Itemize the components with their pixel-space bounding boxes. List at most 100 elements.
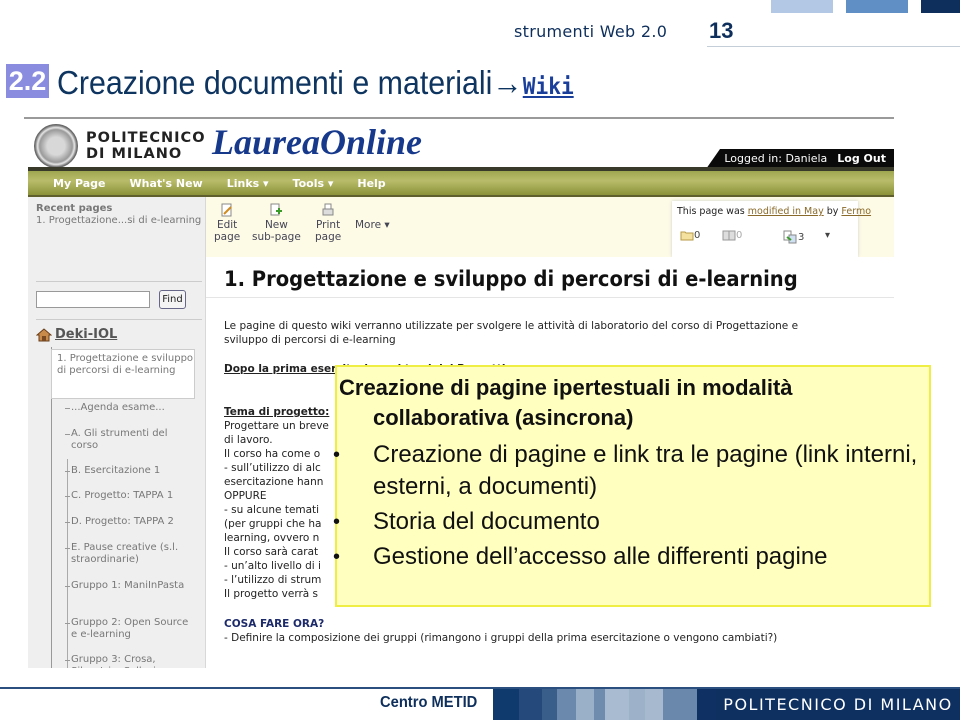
laureaonline-brand: LaureaOnline xyxy=(212,122,423,162)
slide-title: Creazione documenti e materiali→Wiki xyxy=(57,64,574,102)
tema-heading: Tema di progetto: xyxy=(224,406,330,418)
tree-item[interactable]: A. Gli strumenti del corso xyxy=(65,428,191,452)
tree-item[interactable]: B. Esercitazione 1 xyxy=(65,465,191,477)
tema-line: - su alcune temati xyxy=(224,504,320,516)
comments-count[interactable]: 0 xyxy=(722,230,742,241)
callout-title: Creazione di pagine ipertestuali in moda… xyxy=(339,373,929,433)
callout-title-line-2: collaborativa (asincrona) xyxy=(373,405,634,430)
footer-stripes xyxy=(493,689,716,720)
section-label: strumenti Web 2.0 xyxy=(514,22,668,41)
wiki-link[interactable]: Wiki xyxy=(523,74,574,100)
footer-brand: POLITECNICO DI MILANO xyxy=(716,689,960,720)
header-bar-dark xyxy=(921,0,960,13)
related-count-value: 3 xyxy=(798,231,805,243)
main-nav: My Page What's New Links ▾ Tools ▾ Help xyxy=(28,171,894,195)
nav-my-page[interactable]: My Page xyxy=(53,177,105,190)
edit-label-2: page xyxy=(214,231,241,243)
sidebar: Recent pages 1. Progettazione...si di e-… xyxy=(28,197,206,668)
modified-date-link[interactable]: modified in May xyxy=(748,206,824,217)
folder-icon xyxy=(680,231,694,241)
footer-stripe xyxy=(645,689,663,720)
callout-bullet: Creazione di pagine e link tra le pagine… xyxy=(333,439,927,503)
tree-item[interactable]: Gruppo 3: Crosa, Silvestrin, Sollazi xyxy=(65,654,191,668)
login-bar: Logged in: Daniela Log Out xyxy=(706,149,894,169)
related-count[interactable]: 3 xyxy=(780,230,804,244)
info-dropdown-icon[interactable]: ▾ xyxy=(825,230,830,241)
new-label-1: New xyxy=(264,219,288,231)
new-label-2: sub-page xyxy=(252,231,301,243)
edit-page-button[interactable]: Edit page xyxy=(214,203,240,243)
home-icon xyxy=(36,328,52,342)
find-button[interactable]: Find xyxy=(159,290,186,309)
tree-item[interactable]: C. Progetto: TAPPA 1 xyxy=(65,490,191,502)
tree-item[interactable]: Gruppo 1: ManiInPasta xyxy=(65,580,191,592)
tema-line: Il corso sarà carat xyxy=(224,546,319,558)
polimi-seal-icon xyxy=(34,124,78,168)
edit-label-1: Edit xyxy=(216,219,238,231)
tema-line: Progettare un breve xyxy=(224,420,329,432)
footer-stripe xyxy=(519,689,542,720)
slide-title-text: Creazione documenti e materiali xyxy=(57,64,493,101)
section-badge: 2.2 xyxy=(6,64,49,98)
institution-name: POLITECNICO DI MILANO xyxy=(86,130,206,162)
tema-line: - l’utilizzo di strum xyxy=(224,574,322,586)
footer-stripe xyxy=(594,689,605,720)
files-count-value: 0 xyxy=(694,230,701,241)
arrow-right-icon: → xyxy=(492,64,523,101)
logged-in-label: Logged in: Daniela xyxy=(724,152,828,165)
print-page-button[interactable]: Print page xyxy=(315,203,341,243)
nav-tools[interactable]: Tools ▾ xyxy=(293,177,334,190)
tema-block: Tema di progetto: Progettare un breve di… xyxy=(224,405,344,601)
nav-help[interactable]: Help xyxy=(357,177,385,190)
tema-line: di lavoro. xyxy=(224,434,273,446)
tree-item[interactable]: D. Progetto: TAPPA 2 xyxy=(65,516,191,528)
logout-link[interactable]: Log Out xyxy=(837,152,886,165)
sidebar-divider xyxy=(36,319,202,320)
header-bar-mid xyxy=(846,0,908,13)
tree-item[interactable]: ...Agenda esame... xyxy=(65,402,191,414)
tema-line: Il progetto verrà s xyxy=(224,588,319,600)
footer-stripe xyxy=(576,689,594,720)
footer-stripe xyxy=(557,689,576,720)
title-underline xyxy=(206,297,894,298)
tema-line: - un’alto livello di i xyxy=(224,560,321,572)
footer-stripe xyxy=(493,689,519,720)
institution-line-1: POLITECNICO xyxy=(86,130,206,146)
tema-line: esercitazione hann xyxy=(224,476,324,488)
callout-title-line-1: Creazione di pagine ipertestuali in moda… xyxy=(339,375,793,400)
nav-links[interactable]: Links ▾ xyxy=(227,177,269,190)
tema-line: (per gruppi che ha xyxy=(224,518,322,530)
header-divider xyxy=(707,46,960,47)
new-page-icon xyxy=(270,203,283,216)
edit-icon xyxy=(221,203,232,217)
polimi-logo: POLITECNICO DI MILANO xyxy=(34,123,206,169)
new-subpage-button[interactable]: New sub-page xyxy=(252,203,301,243)
footer-center-label: Centro METID xyxy=(380,694,478,711)
related-pages-icon xyxy=(783,230,797,244)
print-label-1: Print xyxy=(316,219,341,231)
tema-line: Il corso ha come o xyxy=(224,448,321,460)
header-bar-light xyxy=(771,0,833,13)
page-number: 13 xyxy=(709,18,734,43)
author-link[interactable]: Fermo xyxy=(841,206,871,217)
files-count[interactable]: 0 xyxy=(680,230,700,241)
page-toolbar: Edit page New sub-page Print page More ▾… xyxy=(206,197,894,257)
search-input[interactable] xyxy=(36,291,150,308)
modified-by: by xyxy=(826,206,839,217)
callout-bullets: Creazione di pagine e link tra le pagine… xyxy=(333,439,927,576)
nav-whats-new[interactable]: What's New xyxy=(129,177,202,190)
printer-icon xyxy=(322,203,334,216)
tree-root-link[interactable]: Deki-IOL xyxy=(55,327,117,342)
callout-bullet: Storia del documento xyxy=(333,506,927,538)
recent-page-link[interactable]: 1. Progettazione...si di e-learning xyxy=(36,215,201,226)
cosa-fare-section: COSA FARE ORA? - Definire la composizion… xyxy=(224,617,777,645)
more-dropdown[interactable]: More ▾ xyxy=(355,219,390,231)
recent-pages-heading: Recent pages xyxy=(36,203,113,214)
tema-line: learning, ovvero n xyxy=(224,532,320,544)
sidebar-divider xyxy=(36,281,202,282)
tree-item[interactable]: E. Pause creative (s.l. straordinarie) xyxy=(65,542,191,566)
footer-stripe xyxy=(663,689,697,720)
tree-current-page[interactable]: 1. Progettazione e sviluppo di percorsi … xyxy=(51,349,195,399)
book-icon xyxy=(722,230,736,241)
tree-item[interactable]: Gruppo 2: Open Source e e-learning xyxy=(65,617,191,641)
